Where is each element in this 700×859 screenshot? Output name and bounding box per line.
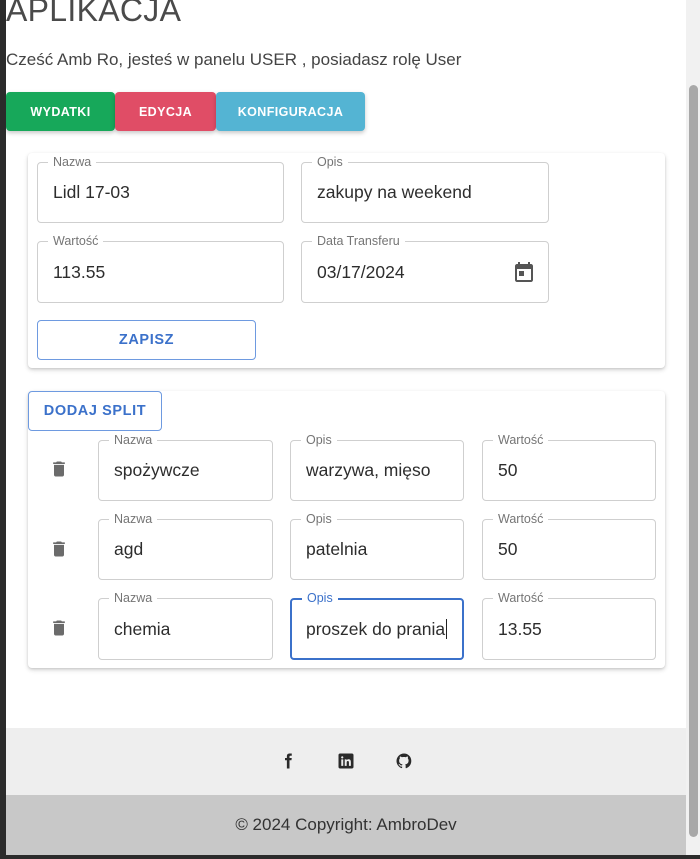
- data-transferu-field[interactable]: Data Transferu 03/17/2024: [301, 234, 549, 303]
- opis-value: zakupy na weekend: [317, 182, 472, 202]
- trash-icon[interactable]: [49, 458, 69, 480]
- data-transferu-value: 03/17/2024: [317, 261, 405, 282]
- trash-icon[interactable]: [49, 538, 69, 560]
- vertical-scrollbar[interactable]: [686, 0, 700, 859]
- split-nazwa-value: agd: [114, 539, 144, 559]
- split-opis-field[interactable]: Opis proszek do prania: [290, 591, 464, 660]
- text-caret: [446, 619, 448, 639]
- nav-button-group: WYDATKI EDYCJA KONFIGURACJA: [6, 92, 365, 131]
- split-nazwa-value: chemia: [114, 618, 171, 639]
- split-opis-field[interactable]: Opis patelnia: [290, 512, 464, 580]
- split-opis-value: patelnia: [306, 539, 368, 559]
- zapisz-button[interactable]: ZAPISZ: [37, 320, 256, 360]
- split-nazwa-field[interactable]: Nazwa agd: [98, 512, 273, 580]
- dodaj-split-button[interactable]: DODAJ SPLIT: [28, 391, 162, 431]
- expense-form-card: Nazwa Lidl 17-03 Opis zakupy na weekend …: [28, 153, 665, 368]
- calendar-icon[interactable]: [512, 260, 536, 284]
- github-icon[interactable]: [395, 752, 413, 770]
- split-wartosc-field[interactable]: Wartość 50: [482, 433, 656, 501]
- split-nazwa-value: spożywcze: [114, 460, 200, 480]
- split-opis-text: proszek do prania: [306, 618, 446, 639]
- edycja-button[interactable]: EDYCJA: [115, 92, 216, 131]
- wydatki-button[interactable]: WYDATKI: [6, 92, 115, 131]
- nazwa-value: Lidl 17-03: [53, 182, 130, 202]
- split-nazwa-field[interactable]: Nazwa spożywcze: [98, 433, 273, 501]
- linkedin-icon[interactable]: [337, 752, 355, 770]
- konfiguracja-button[interactable]: KONFIGURACJA: [216, 92, 365, 131]
- split-wartosc-field[interactable]: Wartość 13.55: [482, 591, 656, 660]
- wartosc-field[interactable]: Wartość 113.55: [37, 234, 284, 303]
- split-opis-field[interactable]: Opis warzywa, mięso: [290, 433, 464, 501]
- nazwa-field[interactable]: Nazwa Lidl 17-03: [37, 155, 284, 223]
- opis-field[interactable]: Opis zakupy na weekend: [301, 155, 549, 223]
- window-frame-left: [0, 0, 6, 859]
- splits-card: DODAJ SPLIT Nazwa spożywcze Opis warzywa…: [28, 391, 665, 668]
- split-opis-value: warzywa, mięso: [306, 460, 431, 480]
- split-nazwa-field[interactable]: Nazwa chemia: [98, 591, 273, 660]
- split-opis-value: proszek do prania: [306, 600, 448, 658]
- footer-copyright: © 2024 Copyright: AmbroDev: [6, 795, 686, 855]
- split-wartosc-value: 50: [498, 460, 518, 480]
- split-wartosc-field[interactable]: Wartość 50: [482, 512, 656, 580]
- greeting-text: Cześć Amb Ro, jesteś w panelu USER , pos…: [6, 50, 462, 69]
- footer-social-bar: [6, 728, 686, 795]
- window-frame-bottom: [0, 855, 700, 859]
- wartosc-value: 113.55: [53, 261, 106, 282]
- split-wartosc-value: 50: [498, 539, 518, 559]
- trash-icon[interactable]: [49, 617, 69, 639]
- scrollbar-thumb[interactable]: [689, 85, 698, 837]
- facebook-icon[interactable]: [279, 752, 297, 770]
- split-wartosc-value: 13.55: [498, 618, 542, 639]
- app-title: APLIKACJA: [6, 0, 182, 28]
